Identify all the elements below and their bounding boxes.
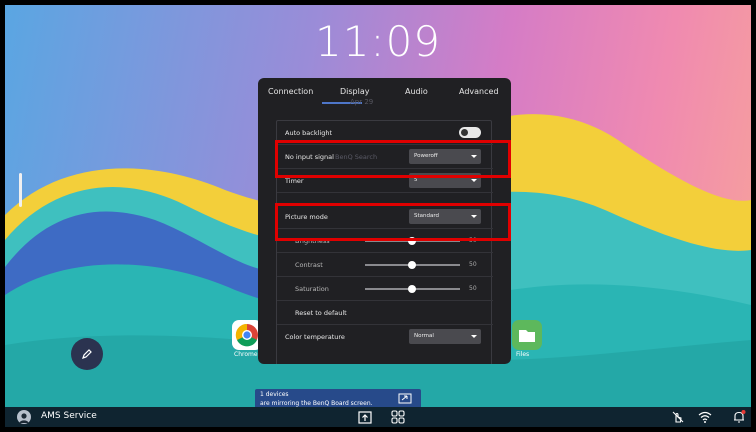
contrast-value: 50 [469, 261, 477, 268]
tab-audio[interactable]: Audio [405, 87, 428, 96]
contrast-label: Contrast [295, 261, 323, 269]
contrast-knob[interactable] [408, 261, 416, 269]
row-saturation: Saturation 50 [277, 277, 493, 301]
chevron-down-icon [471, 335, 477, 338]
cast-icon[interactable] [398, 393, 412, 405]
timer-dropdown[interactable]: 5 [409, 173, 481, 188]
row-reset[interactable]: Reset to default [277, 301, 493, 325]
notification-bell-icon[interactable] [731, 409, 747, 425]
brightness-label: Brightness [295, 237, 330, 245]
reset-label[interactable]: Reset to default [295, 309, 347, 317]
clock-time: 11:09 [314, 17, 442, 66]
brightness-slider[interactable] [365, 237, 460, 245]
files-app-icon[interactable] [512, 320, 542, 350]
row-brightness: Brightness 50 [277, 229, 493, 253]
tab-display[interactable]: Display [340, 87, 370, 96]
share-upload-icon[interactable] [357, 409, 373, 425]
toast-message: are mirroring the BenQ Board screen. [260, 400, 373, 407]
app-grid-icon[interactable] [390, 409, 406, 425]
color-temperature-dropdown[interactable]: Normal [409, 329, 481, 344]
auto-backlight-toggle[interactable] [459, 127, 481, 138]
taskbar: AMS Service [5, 407, 751, 427]
brightness-knob[interactable] [408, 237, 416, 245]
row-auto-backlight: Auto backlight [277, 121, 493, 145]
user-avatar[interactable] [17, 410, 31, 424]
picture-mode-value: Standard [414, 213, 440, 219]
row-timer: Timer 5 [277, 169, 493, 193]
settings-list: Auto backlight No input signal BenQ Sear… [276, 120, 493, 364]
no-input-signal-label: No input signal [285, 153, 334, 161]
timer-label: Timer [285, 177, 304, 185]
chevron-down-icon [471, 215, 477, 218]
ghost-search-text: BenQ Search [335, 153, 378, 161]
tab-advanced[interactable]: Advanced [459, 87, 499, 96]
color-temperature-value: Normal [414, 333, 434, 339]
row-contrast: Contrast 50 [277, 253, 493, 277]
user-icon [19, 413, 29, 423]
ghost-date: Apr 29 [350, 98, 374, 106]
contrast-slider[interactable] [365, 261, 460, 269]
chevron-down-icon [471, 155, 477, 158]
wifi-icon[interactable] [697, 409, 713, 425]
auto-backlight-label: Auto backlight [285, 129, 333, 137]
display-settings-panel: Connection Display Audio Advanced Apr 29… [258, 78, 511, 364]
pen-button[interactable] [71, 338, 103, 370]
desktop: 11:09 Chrome Files Connection Display Au… [5, 5, 751, 427]
settings-tabs: Connection Display Audio Advanced Apr 29 [258, 78, 511, 108]
brightness-value: 50 [469, 237, 477, 244]
picture-mode-dropdown[interactable]: Standard [409, 209, 481, 224]
saturation-value: 50 [469, 285, 477, 292]
toast-device-count: 1 devices [260, 391, 289, 398]
no-input-signal-value: Poweroff [414, 153, 438, 159]
chrome-app-label: Chrome [234, 351, 258, 358]
files-app-label: Files [516, 351, 530, 358]
chevron-down-icon [471, 179, 477, 182]
saturation-label: Saturation [295, 285, 329, 293]
row-no-input-signal: No input signal BenQ Search Poweroff [277, 145, 493, 169]
no-touch-icon[interactable] [670, 409, 686, 425]
saturation-slider[interactable] [365, 285, 460, 293]
timer-value: 5 [414, 177, 418, 183]
picture-mode-label: Picture mode [285, 213, 328, 221]
left-edge-handle[interactable] [19, 173, 22, 207]
user-name[interactable]: AMS Service [41, 411, 97, 421]
pen-icon [82, 349, 92, 359]
row-color-temperature: Color temperature Normal [277, 325, 493, 349]
saturation-knob[interactable] [408, 285, 416, 293]
tab-connection[interactable]: Connection [268, 87, 313, 96]
row-picture-mode: Picture mode Standard [277, 205, 493, 229]
no-input-signal-dropdown[interactable]: Poweroff [409, 149, 481, 164]
color-temperature-label: Color temperature [285, 333, 345, 341]
